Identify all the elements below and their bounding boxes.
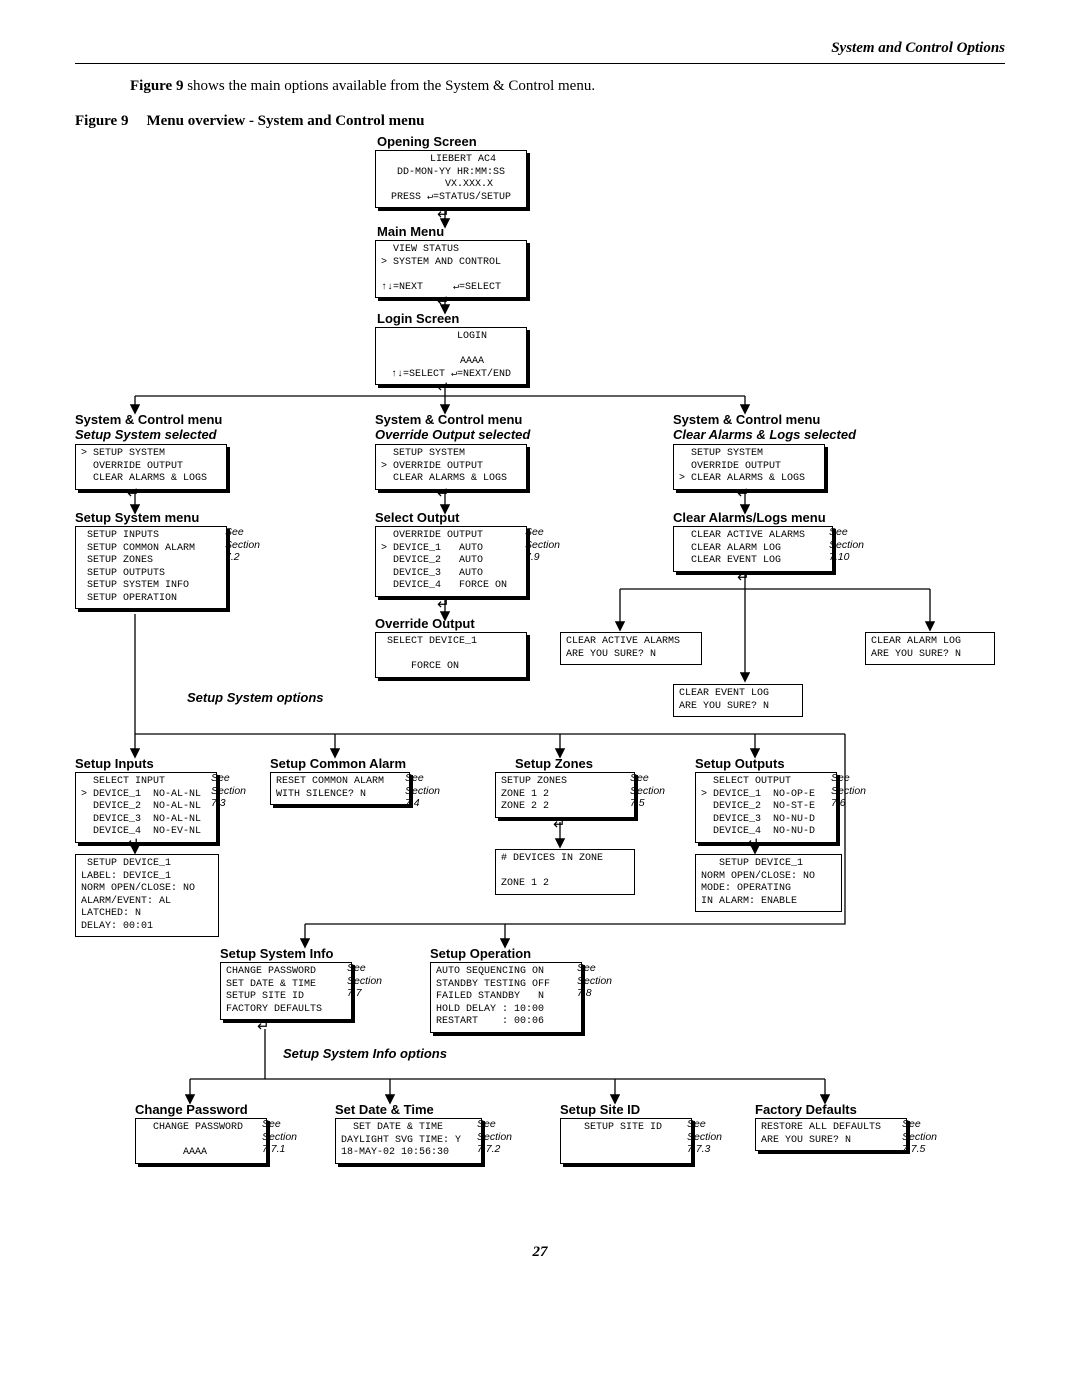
label-setup-system-options: Setup System options xyxy=(187,690,324,705)
enter-icon: ↵ xyxy=(437,207,450,222)
label-setup-system-info: Setup System Info xyxy=(220,946,333,961)
box-setup-system-info: CHANGE PASSWORD SET DATE & TIME SETUP SI… xyxy=(220,962,352,1020)
enter-icon: ↵ xyxy=(437,597,450,612)
see-7-4: See Section 7.4 xyxy=(405,772,440,810)
label-override-output: Override Output xyxy=(375,616,475,631)
see-7-2: See Section 7.2 xyxy=(225,526,260,564)
label-sc-menu-1: System & Control menu xyxy=(75,412,222,427)
label-clear-selected: Clear Alarms & Logs selected xyxy=(673,427,856,442)
label-setup-common-alarm: Setup Common Alarm xyxy=(270,756,406,771)
label-setup-system-menu: Setup System menu xyxy=(75,510,199,525)
see-7-7-1: See Section 7.7.1 xyxy=(262,1118,297,1156)
label-setup-outputs: Setup Outputs xyxy=(695,756,785,771)
box-setup-operation: AUTO SEQUENCING ON STANDBY TESTING OFF F… xyxy=(430,962,582,1033)
box-select-output: OVERRIDE OUTPUT > DEVICE_1 AUTO DEVICE_2… xyxy=(375,526,527,597)
enter-icon: ↵ xyxy=(747,836,760,851)
label-login-screen: Login Screen xyxy=(377,311,459,326)
intro-fig-ref: Figure 9 xyxy=(130,78,183,94)
see-7-10: See Section 7.10 xyxy=(829,526,864,564)
box-opening-screen: LIEBERT AC4 DD-MON-YY HR:MM:SS VX.XXX.X … xyxy=(375,150,527,208)
label-sysinfo-options: Setup System Info options xyxy=(283,1046,447,1061)
label-opening-screen: Opening Screen xyxy=(377,134,477,149)
header-rule xyxy=(75,63,1005,64)
see-7-7-5: See Section 7.7.5 xyxy=(902,1118,937,1156)
label-main-menu: Main Menu xyxy=(377,224,444,239)
see-7-9: See Section 7.9 xyxy=(525,526,560,564)
see-7-7: See Section 7.7 xyxy=(347,962,382,1000)
enter-icon: ↵ xyxy=(553,817,566,832)
box-setup-system-menu: SETUP INPUTS SETUP COMMON ALARM SETUP ZO… xyxy=(75,526,227,609)
box-setup-inputs: SELECT INPUT > DEVICE_1 NO-AL-NL DEVICE_… xyxy=(75,772,217,843)
enter-icon: ↵ xyxy=(437,294,450,309)
see-7-7-2: See Section 7.7.2 xyxy=(477,1118,512,1156)
box-clear-active: CLEAR ACTIVE ALARMS ARE YOU SURE? N xyxy=(560,632,702,665)
enter-icon: ↵ xyxy=(127,486,140,501)
see-7-8: See Section 7.8 xyxy=(577,962,612,1000)
box-login-screen: LOGIN AAAA ↑↓=SELECT ↵=NEXT/END xyxy=(375,327,527,385)
box-zones-devices: # DEVICES IN ZONE ZONE 1 2 xyxy=(495,849,635,895)
page-header: System and Control Options xyxy=(75,40,1005,57)
intro-text: shows the main options available from th… xyxy=(183,78,595,94)
enter-icon: ↵ xyxy=(437,486,450,501)
label-override-selected: Override Output selected xyxy=(375,427,530,442)
see-7-6: See Section 7.6 xyxy=(831,772,866,810)
figure-number: Figure 9 xyxy=(75,113,128,129)
box-setup-common-alarm: RESET COMMON ALARM WITH SILENCE? N xyxy=(270,772,410,805)
box-main-menu: VIEW STATUS > SYSTEM AND CONTROL ↑↓=NEXT… xyxy=(375,240,527,298)
label-setup-operation: Setup Operation xyxy=(430,946,531,961)
box-setup-device1: SETUP DEVICE_1 LABEL: DEVICE_1 NORM OPEN… xyxy=(75,854,219,937)
enter-icon: ↵ xyxy=(127,836,140,851)
label-setup-site-id: Setup Site ID xyxy=(560,1102,640,1117)
box-change-password: CHANGE PASSWORD AAAA xyxy=(135,1118,267,1164)
label-select-output: Select Output xyxy=(375,510,460,525)
box-clear-alarm: CLEAR ALARM LOG ARE YOU SURE? N xyxy=(865,632,995,665)
connector-lines xyxy=(75,134,1005,1234)
box-set-date-time: SET DATE & TIME DAYLIGHT SVG TIME: Y 18-… xyxy=(335,1118,482,1164)
label-setup-inputs: Setup Inputs xyxy=(75,756,154,771)
figure-title: Menu overview - System and Control menu xyxy=(146,113,424,129)
see-7-3: See Section 7.3 xyxy=(211,772,246,810)
box-sc-clear: SETUP SYSTEM OVERRIDE OUTPUT > CLEAR ALA… xyxy=(673,444,825,490)
enter-icon: ↵ xyxy=(437,380,450,395)
enter-icon: ↵ xyxy=(737,486,750,501)
label-change-password: Change Password xyxy=(135,1102,248,1117)
box-setup-site-id: SETUP SITE ID xyxy=(560,1118,692,1164)
box-setup-out-device1: SETUP DEVICE_1 NORM OPEN/CLOSE: NO MODE:… xyxy=(695,854,842,912)
box-clear-alarms-menu: CLEAR ACTIVE ALARMS CLEAR ALARM LOG CLEA… xyxy=(673,526,833,572)
box-override-output: SELECT DEVICE_1 FORCE ON xyxy=(375,632,527,678)
see-7-5: See Section 7.5 xyxy=(630,772,665,810)
enter-icon: ↵ xyxy=(737,570,750,585)
box-factory-defaults: RESTORE ALL DEFAULTS ARE YOU SURE? N xyxy=(755,1118,907,1151)
diagram-area: Opening Screen LIEBERT AC4 DD-MON-YY HR:… xyxy=(75,134,1005,1234)
label-set-date-time: Set Date & Time xyxy=(335,1102,434,1117)
intro-paragraph: Figure 9 shows the main options availabl… xyxy=(130,78,1005,95)
label-sc-menu-3: System & Control menu xyxy=(673,412,820,427)
label-sc-menu-2: System & Control menu xyxy=(375,412,522,427)
label-clear-alarms-menu: Clear Alarms/Logs menu xyxy=(673,510,826,525)
label-setup-zones: Setup Zones xyxy=(515,756,593,771)
box-sc-setup: > SETUP SYSTEM OVERRIDE OUTPUT CLEAR ALA… xyxy=(75,444,227,490)
box-setup-outputs: SELECT OUTPUT > DEVICE_1 NO-OP-E DEVICE_… xyxy=(695,772,837,843)
enter-icon: ↵ xyxy=(257,1019,270,1034)
label-factory-defaults: Factory Defaults xyxy=(755,1102,857,1117)
see-7-7-3: See Section 7.7.3 xyxy=(687,1118,722,1156)
box-clear-event: CLEAR EVENT LOG ARE YOU SURE? N xyxy=(673,684,803,717)
box-setup-zones: SETUP ZONES ZONE 1 2 ZONE 2 2 xyxy=(495,772,635,818)
page-number: 27 xyxy=(75,1244,1005,1261)
box-sc-override: SETUP SYSTEM > OVERRIDE OUTPUT CLEAR ALA… xyxy=(375,444,527,490)
figure-caption: Figure 9 Menu overview - System and Contr… xyxy=(75,113,1005,130)
label-setup-selected: Setup System selected xyxy=(75,427,217,442)
